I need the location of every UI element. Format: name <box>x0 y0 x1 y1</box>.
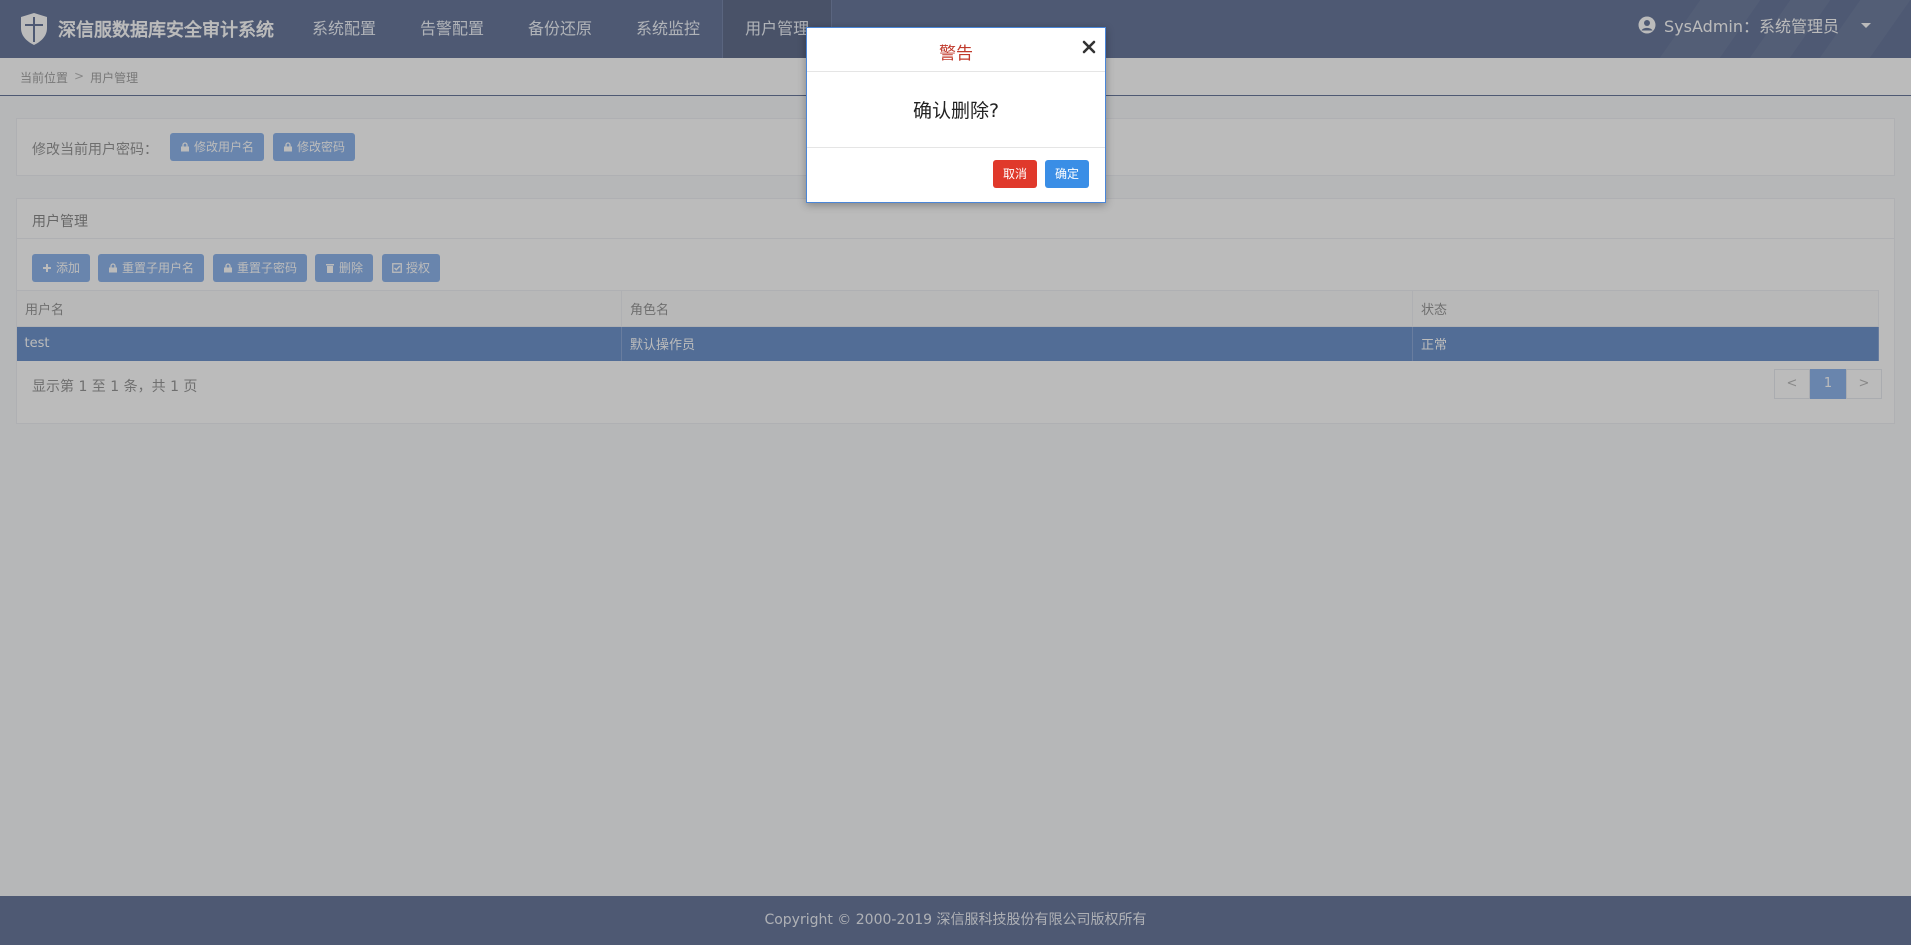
cancel-button[interactable]: 取消 <box>993 160 1038 188</box>
dialog-header: 警告 <box>807 28 1105 72</box>
dialog-message: 确认删除? <box>912 100 1000 122</box>
dialog-title: 警告 <box>939 44 973 64</box>
dialog-body: 确认删除? <box>807 72 1105 148</box>
close-icon[interactable] <box>1080 38 1098 56</box>
confirm-delete-dialog: 警告 确认删除? 取消 确定 <box>806 27 1106 203</box>
confirm-button[interactable]: 确定 <box>1045 160 1090 188</box>
